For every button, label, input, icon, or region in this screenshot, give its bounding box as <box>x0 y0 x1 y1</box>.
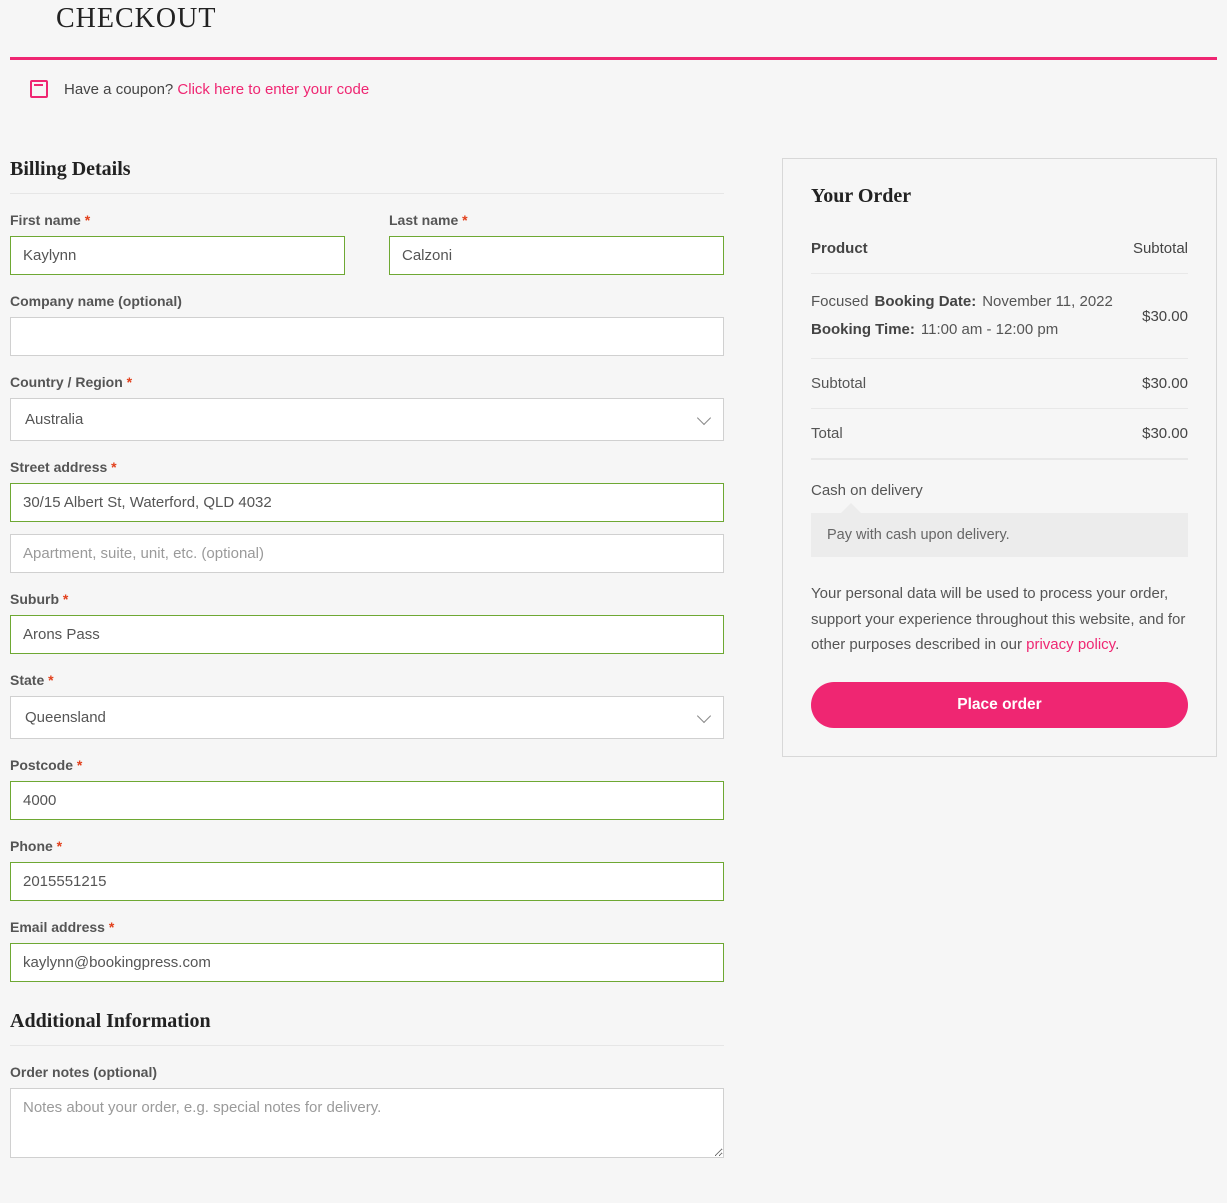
suburb-input[interactable] <box>10 615 724 654</box>
company-input[interactable] <box>10 317 724 356</box>
email-label: Email address * <box>10 919 724 935</box>
state-label: State * <box>10 672 724 688</box>
order-subtotal-value: $30.00 <box>1142 375 1188 392</box>
street2-input[interactable] <box>10 534 724 573</box>
payment-method: Cash on delivery <box>811 482 1188 499</box>
order-item-name: Focused <box>811 290 869 314</box>
order-item-price: $30.00 <box>1142 308 1188 325</box>
street-label: Street address * <box>10 459 724 475</box>
coupon-text: Have a coupon? Click here to enter your … <box>64 81 369 98</box>
order-subtotal-row: Subtotal $30.00 <box>811 359 1188 409</box>
postcode-input[interactable] <box>10 781 724 820</box>
order-item-time-value: 11:00 am - 12:00 pm <box>921 318 1058 342</box>
suburb-label: Suburb * <box>10 591 724 607</box>
order-notes-textarea[interactable] <box>10 1088 724 1158</box>
first-name-label: First name * <box>10 212 345 228</box>
order-table-header: Product Subtotal <box>811 224 1188 274</box>
order-total-label: Total <box>811 425 1142 442</box>
country-label: Country / Region * <box>10 374 724 390</box>
billing-heading: Billing Details <box>10 158 724 194</box>
phone-label: Phone * <box>10 838 724 854</box>
order-subtotal-label: Subtotal <box>811 375 1142 392</box>
chevron-down-icon <box>697 708 711 722</box>
order-total-row: Total $30.00 <box>811 409 1188 460</box>
order-notes-label: Order notes (optional) <box>10 1064 724 1080</box>
coupon-prompt: Have a coupon? <box>64 81 177 98</box>
last-name-input[interactable] <box>389 236 724 275</box>
privacy-policy-link[interactable]: privacy policy <box>1026 636 1115 653</box>
order-head-product: Product <box>811 240 1133 257</box>
order-item-row: Focused Booking Date: November 11, 2022 … <box>811 274 1188 359</box>
coupon-link[interactable]: Click here to enter your code <box>177 81 369 98</box>
company-label: Company name (optional) <box>10 293 724 309</box>
order-total-value: $30.00 <box>1142 425 1188 442</box>
street-input[interactable] <box>10 483 724 522</box>
payment-description: Pay with cash upon delivery. <box>811 513 1188 557</box>
order-item-date-label: Booking Date: <box>875 290 977 314</box>
order-box: Your Order Product Subtotal Focused Book… <box>782 158 1217 757</box>
order-head-subtotal: Subtotal <box>1133 240 1188 257</box>
email-input[interactable] <box>10 943 724 982</box>
country-select[interactable]: Australia <box>10 398 724 441</box>
last-name-label: Last name * <box>389 212 724 228</box>
postcode-label: Postcode * <box>10 757 724 773</box>
order-item-date-value: November 11, 2022 <box>982 290 1113 314</box>
country-value: Australia <box>25 411 83 428</box>
coupon-icon <box>30 80 48 98</box>
page-title: CHECKOUT <box>10 0 1217 35</box>
state-value: Queensland <box>25 709 106 726</box>
order-item-time-label: Booking Time: <box>811 318 915 342</box>
chevron-down-icon <box>697 410 711 424</box>
place-order-button[interactable]: Place order <box>811 682 1188 728</box>
state-select[interactable]: Queensland <box>10 696 724 739</box>
privacy-note: Your personal data will be used to proce… <box>811 581 1188 658</box>
additional-heading: Additional Information <box>10 1010 724 1046</box>
coupon-bar: Have a coupon? Click here to enter your … <box>10 57 1217 118</box>
first-name-input[interactable] <box>10 236 345 275</box>
phone-input[interactable] <box>10 862 724 901</box>
order-heading: Your Order <box>811 185 1188 208</box>
